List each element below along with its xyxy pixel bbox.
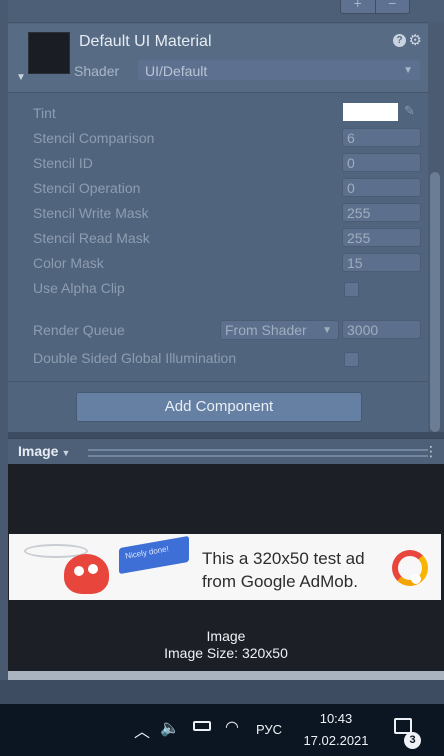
notification-count-badge: 3	[404, 732, 421, 749]
stencil-id-label: Stencil ID	[33, 155, 93, 171]
shader-dropdown[interactable]: UI/Default ▼	[138, 60, 420, 80]
stencil-operation-label: Stencil Operation	[33, 180, 141, 196]
panel-bottom-edge	[8, 671, 444, 680]
wifi-icon[interactable]: ◠	[225, 717, 239, 737]
use-alpha-clip-checkbox[interactable]	[344, 282, 359, 297]
taskbar: ︿ 🔈 ◠ РУС 10:43 17.02.2021 3	[0, 704, 444, 756]
render-queue-mode: From Shader	[225, 322, 307, 338]
tint-label: Tint	[33, 105, 56, 121]
foldout-arrow-icon[interactable]: ▼	[16, 72, 26, 83]
show-hidden-icons-chevron-icon[interactable]: ︿	[134, 718, 150, 742]
shader-value: UI/Default	[145, 63, 208, 79]
ad-text: This a 320x50 test ad from Google AdMob.	[202, 547, 365, 593]
tint-color-swatch[interactable]	[343, 103, 398, 121]
stencil-read-mask-label: Stencil Read Mask	[33, 230, 150, 246]
ad-line-1: This a 320x50 test ad	[202, 549, 365, 568]
render-queue-dropdown[interactable]: From Shader ▼	[220, 320, 339, 340]
minus-button[interactable]: −	[376, 0, 410, 13]
stencil-comparison-field[interactable]: 6	[342, 128, 421, 147]
scrollbar[interactable]	[428, 22, 444, 432]
admob-logo-icon	[392, 550, 428, 586]
ad-line-2: from Google AdMob.	[202, 572, 358, 591]
caption-size: Image Size: 320x50	[164, 645, 288, 661]
scrollbar-thumb[interactable]	[430, 172, 440, 432]
render-queue-label: Render Queue	[33, 322, 125, 338]
clock-date[interactable]: 17.02.2021	[300, 733, 372, 748]
more-options-icon[interactable]: ⋮	[424, 443, 438, 460]
left-edge-strip	[0, 0, 8, 680]
preview-header: Image ▼ ⋮	[8, 438, 444, 466]
chevron-down-icon: ▼	[61, 448, 71, 458]
chevron-down-icon: ▼	[322, 325, 332, 336]
battery-icon[interactable]	[193, 721, 211, 731]
divider	[8, 381, 430, 382]
help-icon[interactable]: ?	[393, 34, 406, 47]
eye-graphic	[74, 566, 84, 576]
stencil-operation-field[interactable]: 0	[342, 178, 421, 197]
language-indicator[interactable]: РУС	[256, 722, 282, 737]
stencil-comparison-label: Stencil Comparison	[33, 130, 155, 146]
clock-time[interactable]: 10:43	[316, 711, 356, 726]
drag-handle[interactable]	[88, 449, 428, 457]
stencil-write-mask-field[interactable]: 255	[342, 203, 421, 222]
double-sided-gi-label: Double Sided Global Illumination	[33, 350, 237, 366]
render-queue-field[interactable]: 3000	[342, 320, 421, 339]
eye-graphic	[88, 564, 98, 574]
chevron-down-icon: ▼	[403, 65, 413, 76]
plus-minus-control: + −	[340, 0, 410, 14]
material-thumbnail[interactable]	[28, 32, 70, 74]
eyedropper-icon[interactable]: ✎	[404, 103, 415, 119]
gear-icon[interactable]: ⚙	[409, 31, 422, 49]
color-mask-label: Color Mask	[33, 255, 104, 271]
monster-mascot-graphic	[64, 554, 109, 594]
admob-logo-dot	[411, 574, 421, 584]
image-caption: Image Image Size: 320x50	[8, 628, 444, 662]
component-toolbar: + −	[8, 0, 444, 23]
preview-tab-label: Image	[18, 443, 59, 459]
stencil-write-mask-label: Stencil Write Mask	[33, 205, 149, 221]
plus-button[interactable]: +	[341, 0, 376, 13]
inspector-panel: + − ▼ Default UI Material ? ⚙ Shader UI/…	[0, 0, 444, 432]
shader-label: Shader	[74, 63, 120, 79]
double-sided-gi-checkbox[interactable]	[344, 352, 359, 367]
material-title: Default UI Material	[79, 33, 212, 50]
material-header: ▼ Default UI Material ? ⚙ Shader UI/Defa…	[8, 24, 430, 93]
stencil-read-mask-field[interactable]: 255	[342, 228, 421, 247]
preview-tab[interactable]: Image ▼	[18, 443, 70, 459]
stencil-id-field[interactable]: 0	[342, 153, 421, 172]
add-component-button[interactable]: Add Component	[76, 392, 362, 422]
caption-title: Image	[206, 628, 246, 644]
use-alpha-clip-label: Use Alpha Clip	[33, 280, 125, 296]
volume-icon[interactable]: 🔈	[160, 718, 180, 738]
test-ad-banner: Nicely done! This a 320x50 test ad from …	[9, 534, 441, 600]
color-mask-field[interactable]: 15	[342, 253, 421, 272]
